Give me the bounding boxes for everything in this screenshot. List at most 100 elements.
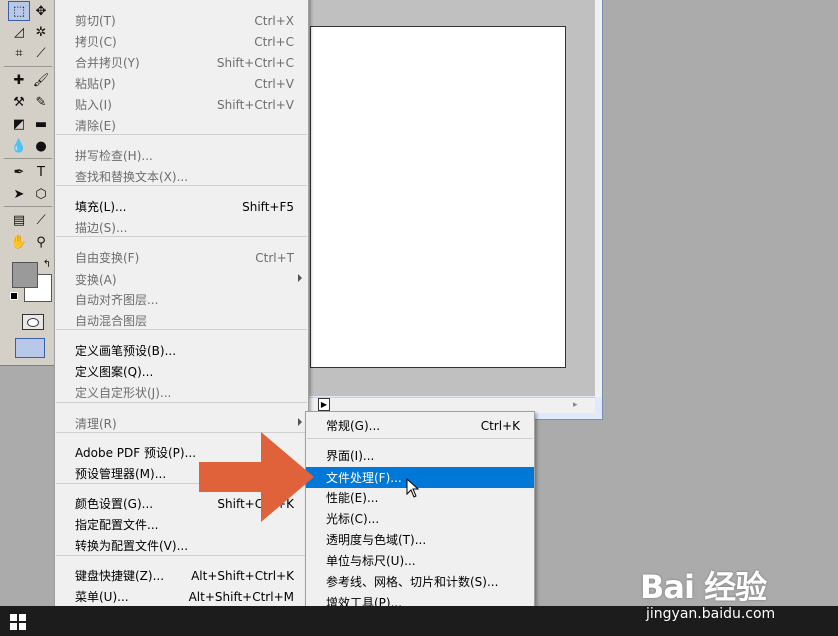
history-brush-tool-icon[interactable]: ✎ — [30, 92, 52, 112]
toolbox-panel: ⬚ ✥ ◿ ✲ ⌗ ⟋ ✚ 🖌 ⚒ ✎ ◩ ▬ 💧 ● ✒ T ➤ ⬡ ▤ ⟋ … — [0, 0, 56, 366]
menu-separator — [56, 329, 307, 330]
menu-item-label: 清除(E) — [75, 119, 116, 133]
menu-item-label: 清理(R) — [75, 417, 117, 431]
menu-item[interactable]: 自动混合图层 — [55, 310, 308, 331]
menu-item[interactable]: 菜单(U)... Alt+Shift+Ctrl+M — [55, 586, 308, 607]
menu-item[interactable]: 粘贴(P) Ctrl+V — [55, 73, 308, 94]
path-selection-tool-icon[interactable]: ➤ — [8, 184, 30, 204]
menu-item[interactable]: 清理(R) — [55, 413, 308, 434]
menu-item-shortcut: Shift+F5 — [242, 199, 294, 214]
menu-separator — [56, 236, 307, 237]
menu-item-label: 键盘快捷键(Z)... — [75, 569, 165, 583]
menu-separator — [56, 555, 307, 556]
menu-item-label: 剪切(T) — [75, 14, 116, 28]
menu-item[interactable]: 定义画笔预设(B)... — [55, 340, 308, 361]
menu-item[interactable]: 查找和替换文本(X)... — [55, 166, 308, 187]
menu-item-label: 变换(A) — [75, 273, 117, 287]
menu-item-shortcut: Ctrl+K — [480, 418, 520, 433]
menu-item[interactable]: 键盘快捷键(Z)... Alt+Shift+Ctrl+K — [55, 565, 308, 586]
menu-item[interactable]: 光标(C)... — [306, 508, 534, 529]
menu-item-shortcut: Ctrl+C — [254, 34, 294, 49]
menu-item-label: 透明度与色域(T)... — [326, 533, 427, 547]
move-tool-icon[interactable]: ✥ — [30, 1, 52, 21]
menu-item-label: 菜单(U)... — [75, 590, 129, 604]
gradient-tool-icon[interactable]: ▬ — [30, 114, 52, 134]
menu-item[interactable]: 拷贝(C) Ctrl+C — [55, 31, 308, 52]
menu-item-label: 描边(S)... — [75, 221, 128, 235]
pointer-arrow-annotation-icon — [199, 432, 314, 522]
menu-item[interactable]: 清除(E) — [55, 115, 308, 136]
menu-item-label: 查找和替换文本(X)... — [75, 170, 189, 184]
shape-tool-icon[interactable]: ⬡ — [30, 184, 52, 204]
toolbox-divider — [4, 66, 52, 67]
eraser-tool-icon[interactable]: ◩ — [8, 114, 30, 134]
menu-item[interactable]: 文件处理(F)... — [306, 467, 534, 488]
menu-item-shortcut: Ctrl+X — [254, 13, 294, 28]
menu-item[interactable]: 合并拷贝(Y) Shift+Ctrl+C — [55, 52, 308, 73]
status-menu-arrow-icon[interactable]: ▶ — [318, 398, 330, 411]
menu-item[interactable]: 贴入(I) Shift+Ctrl+V — [55, 94, 308, 115]
type-tool-icon[interactable]: T — [30, 162, 52, 182]
menu-item[interactable]: 参考线、网格、切片和计数(S)... — [306, 571, 534, 592]
menu-item[interactable]: 自动对齐图层... — [55, 289, 308, 310]
default-colors-icon[interactable] — [10, 292, 18, 300]
menu-item[interactable]: 透明度与色域(T)... — [306, 529, 534, 550]
lasso-tool-icon[interactable]: ◿ — [8, 22, 30, 42]
menu-separator — [56, 402, 307, 403]
hand-tool-icon[interactable]: ✋ — [8, 232, 30, 252]
windows-start-icon[interactable] — [10, 614, 26, 630]
menu-item[interactable]: 单位与标尺(U)... — [306, 550, 534, 571]
edit-menu: 剪切(T) Ctrl+X 拷贝(C) Ctrl+C 合并拷贝(Y) Shift+Ctrl+… — [54, 0, 309, 636]
notes-tool-icon[interactable]: ▤ — [8, 210, 30, 230]
clone-stamp-tool-icon[interactable]: ⚒ — [8, 92, 30, 112]
menu-item[interactable]: 变换(A) — [55, 269, 308, 290]
menu-separator — [56, 185, 307, 186]
magic-wand-tool-icon[interactable]: ✲ — [30, 22, 52, 42]
menu-item[interactable]: 定义自定形状(J)... — [55, 382, 308, 403]
dodge-tool-icon[interactable]: ● — [30, 136, 52, 156]
scroll-right-icon[interactable]: ▸ — [573, 400, 578, 410]
menu-item[interactable]: 常规(G)... Ctrl+K — [306, 415, 534, 436]
submenu-arrow-icon — [298, 274, 302, 282]
menu-item-label: 定义画笔预设(B)... — [75, 344, 177, 358]
menu-item-label: 自由变换(F) — [75, 251, 140, 265]
vertical-scrollbar[interactable] — [595, 0, 602, 397]
toolbox-divider — [4, 206, 52, 207]
marquee-tool-icon[interactable]: ⬚ — [8, 1, 30, 21]
menu-item-shortcut: Alt+Shift+Ctrl+K — [191, 568, 294, 583]
document-canvas[interactable] — [310, 26, 566, 368]
menu-item[interactable]: 描边(S)... — [55, 217, 308, 238]
menu-item-label: 光标(C)... — [326, 512, 380, 526]
menu-item-label: 参考线、网格、切片和计数(S)... — [326, 575, 499, 589]
crop-tool-icon[interactable]: ⌗ — [8, 43, 30, 63]
menu-item[interactable]: 自由变换(F) Ctrl+T — [55, 247, 308, 268]
menu-item-shortcut: Alt+Shift+Ctrl+M — [188, 589, 294, 604]
preferences-submenu: 常规(G)... Ctrl+K 界面(I)... 文件处理(F)... 性能(E)...… — [305, 411, 535, 636]
quick-mask-icon[interactable] — [22, 314, 44, 330]
menu-item[interactable]: 转换为配置文件(V)... — [55, 535, 308, 556]
menu-item[interactable]: 定义图案(Q)... — [55, 361, 308, 382]
eyedropper-tool-icon[interactable]: ⟋ — [30, 210, 52, 230]
menu-item-label: 自动对齐图层... — [75, 293, 159, 307]
screen-mode-icon[interactable] — [15, 338, 45, 358]
watermark-brand: Bai 经验 — [640, 568, 767, 606]
baidu-watermark: Bai 经验 jingyan.baidu.com — [640, 548, 830, 628]
slice-tool-icon[interactable]: ⟋ — [30, 43, 52, 63]
pen-tool-icon[interactable]: ✒ — [8, 162, 30, 182]
menu-item-label: 性能(E)... — [326, 491, 379, 505]
menu-item-shortcut: Ctrl+T — [255, 250, 294, 265]
zoom-tool-icon[interactable]: ⚲ — [30, 232, 52, 252]
blur-tool-icon[interactable]: 💧 — [8, 136, 30, 156]
menu-item[interactable]: 剪切(T) Ctrl+X — [55, 10, 308, 31]
menu-item-label: 文件处理(F)... — [326, 471, 402, 485]
healing-brush-tool-icon[interactable]: ✚ — [8, 70, 30, 90]
menu-item[interactable]: 界面(I)... — [306, 445, 534, 466]
foreground-color-swatch[interactable] — [12, 262, 38, 288]
menu-item[interactable]: 填充(L)... Shift+F5 — [55, 196, 308, 217]
brush-tool-icon[interactable]: 🖌 — [30, 70, 52, 90]
arrow-shape — [199, 432, 314, 522]
menu-item-shortcut: Shift+Ctrl+V — [217, 97, 294, 112]
menu-item[interactable]: 性能(E)... — [306, 487, 534, 508]
menu-item[interactable]: 拼写检查(H)... — [55, 145, 308, 166]
menu-item-label: 定义图案(Q)... — [75, 365, 154, 379]
